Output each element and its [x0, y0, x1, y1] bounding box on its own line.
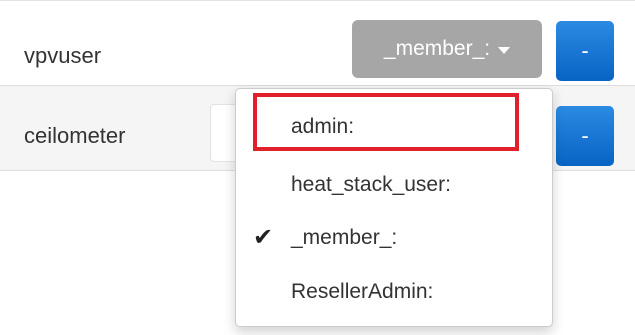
menu-item-member[interactable]: ✔ _member_:	[236, 218, 552, 258]
username-label: vpvuser	[24, 43, 102, 68]
remove-button-label: -	[581, 38, 589, 63]
role-dropdown-menu: admin: heat_stack_user: ✔ _member_: Rese…	[235, 88, 553, 327]
remove-user-button[interactable]: -	[556, 106, 614, 166]
menu-item-heat-stack-user[interactable]: heat_stack_user:	[236, 165, 552, 205]
menu-item-label: heat_stack_user:	[291, 173, 451, 196]
checkmark-icon: ✔	[253, 224, 274, 251]
role-dropdown-button[interactable]: _member_:	[352, 20, 542, 78]
menu-item-admin[interactable]: admin:	[236, 107, 552, 147]
table-row: vpvuser _member_: -	[0, 1, 635, 86]
menu-item-reseller-admin[interactable]: ResellerAdmin:	[236, 272, 552, 312]
menu-item-label: admin:	[291, 115, 355, 138]
remove-user-button[interactable]: -	[556, 21, 614, 81]
menu-item-label: _member_:	[291, 226, 398, 249]
role-dropdown-label: _member_:	[383, 37, 491, 60]
menu-item-label: ResellerAdmin:	[291, 280, 434, 303]
remove-button-label: -	[581, 123, 589, 148]
username-label: ceilometer	[24, 123, 126, 148]
caret-down-icon	[498, 46, 511, 54]
